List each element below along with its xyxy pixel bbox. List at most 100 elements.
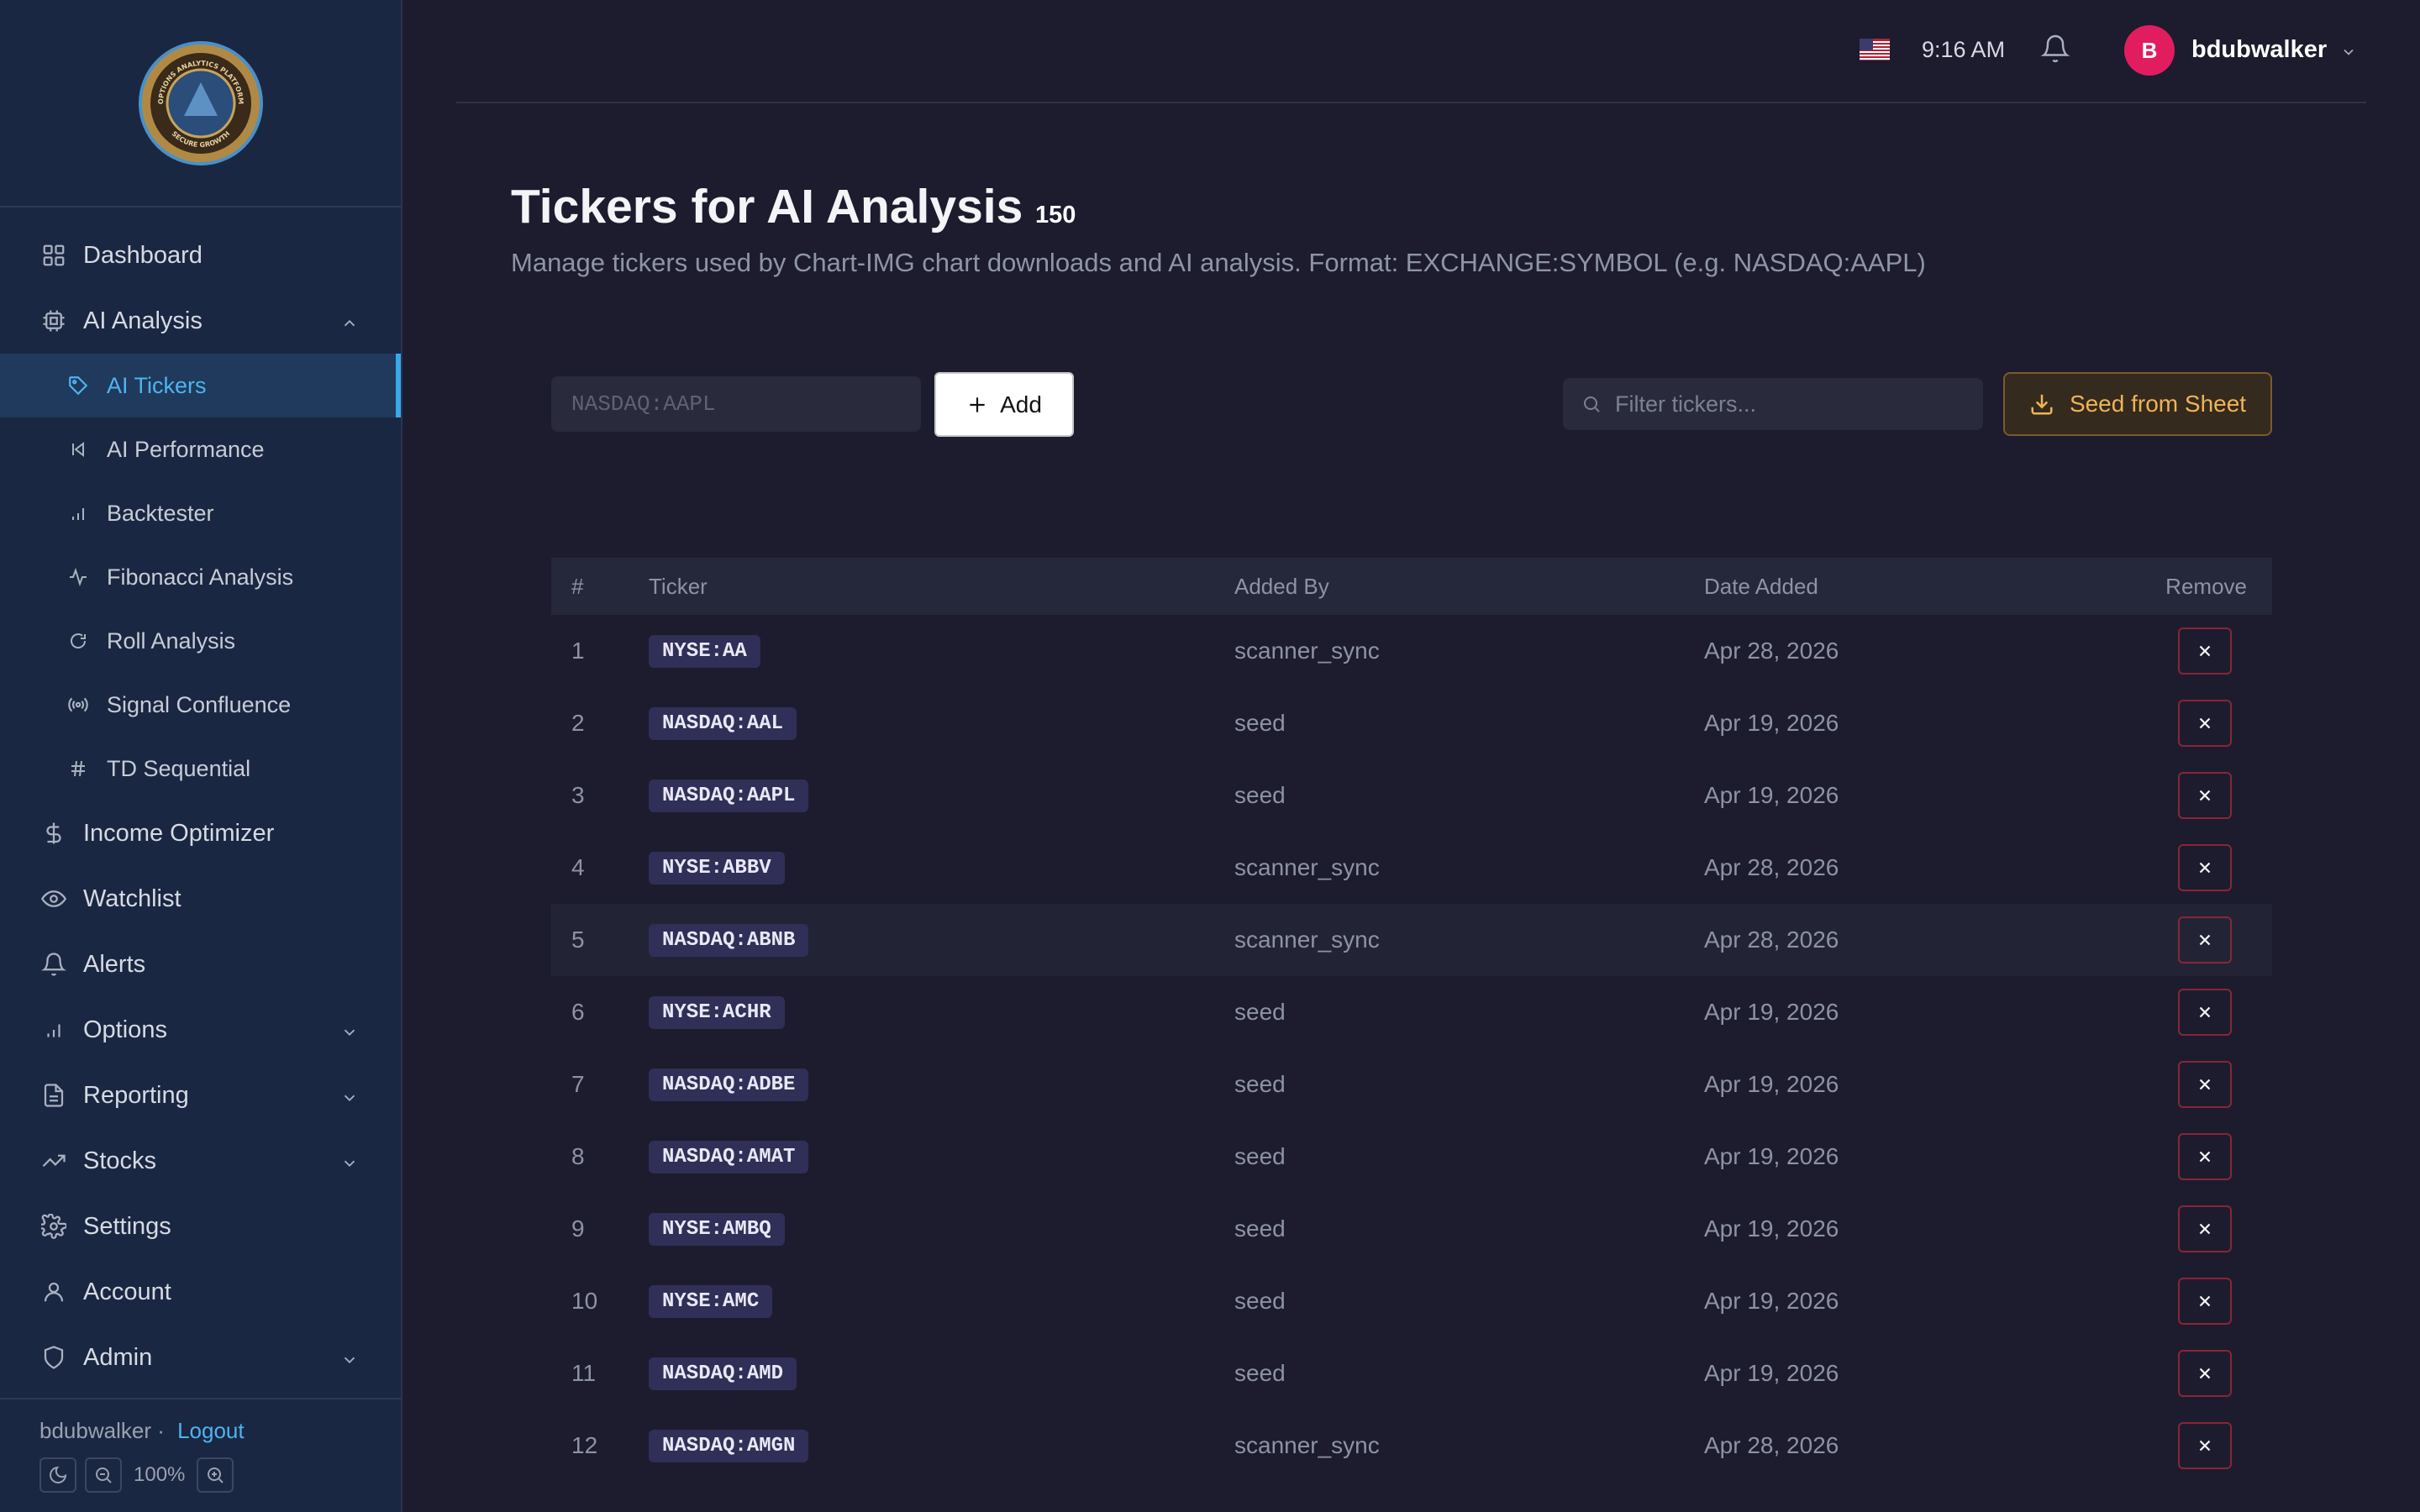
remove-cell <box>2124 1133 2272 1180</box>
ticker-cell: NASDAQ:AAL <box>649 706 1234 740</box>
ticker-badge: NASDAQ:AMD <box>649 1357 797 1390</box>
ticker-badge: NASDAQ:AMAT <box>649 1140 809 1173</box>
remove-ticker-button[interactable] <box>2178 916 2232 963</box>
table-row: 10 NYSE:AMC seed Apr 19, 2026 <box>551 1265 2272 1337</box>
remove-ticker-button[interactable] <box>2178 627 2232 675</box>
close-icon <box>2199 1440 2211 1452</box>
ticker-cell: NASDAQ:ABNB <box>649 923 1234 957</box>
added-by-cell: scanner_sync <box>1234 854 1380 880</box>
sidebar-item-label: AI Tickers <box>107 372 207 398</box>
remove-ticker-button[interactable] <box>2178 1422 2232 1469</box>
sidebar-item-fibonacci-analysis[interactable]: Fibonacci Analysis <box>0 545 401 609</box>
add-ticker-button[interactable]: Add <box>934 372 1074 437</box>
ticker-badge: NASDAQ:AAL <box>649 706 797 740</box>
topbar: 9:16 AM B bdubwalker <box>456 0 2366 103</box>
col-header-remove: Remove <box>2165 573 2247 599</box>
sidebar-item-td-sequential[interactable]: TD Sequential <box>0 737 401 801</box>
remove-cell <box>2124 1205 2272 1252</box>
ticker-badge: NYSE:AMBQ <box>649 1212 785 1246</box>
ticker-cell: NYSE:AMBQ <box>649 1212 1234 1246</box>
sidebar-item-label: AI Performance <box>107 436 265 462</box>
sidebar-item-watchlist[interactable]: Watchlist <box>0 866 401 932</box>
added-by-cell: seed <box>1234 1215 1286 1242</box>
close-icon <box>2199 790 2211 801</box>
sidebar-item-label: Settings <box>83 1212 171 1240</box>
remove-ticker-button[interactable] <box>2178 1133 2232 1180</box>
date-added-cell: Apr 28, 2026 <box>1704 638 1839 664</box>
sidebar-item-ai-analysis[interactable]: AI Analysis <box>0 288 401 354</box>
remove-cell <box>2124 772 2272 819</box>
remove-ticker-button[interactable] <box>2178 844 2232 891</box>
date-added-cell: Apr 28, 2026 <box>1704 1432 1839 1458</box>
sidebar-item-options[interactable]: Options <box>0 997 401 1063</box>
sidebar-item-roll-analysis[interactable]: Roll Analysis <box>0 609 401 673</box>
chevron-down-icon <box>340 1152 359 1179</box>
notification-bell-icon[interactable] <box>2040 34 2070 68</box>
remove-ticker-button[interactable] <box>2178 1205 2232 1252</box>
row-number: 4 <box>571 854 585 880</box>
chevron-down-icon <box>340 1086 359 1114</box>
zoom-in-icon <box>208 1467 224 1483</box>
user-menu-name[interactable]: bdubwalker <box>2191 36 2327 64</box>
ticker-badge: NYSE:ACHR <box>649 995 785 1029</box>
sidebar-item-admin[interactable]: Admin <box>0 1325 401 1390</box>
sidebar-item-signal-confluence[interactable]: Signal Confluence <box>0 673 401 737</box>
avatar[interactable]: B <box>2124 25 2175 76</box>
theme-toggle-button[interactable] <box>39 1457 76 1493</box>
remove-ticker-button[interactable] <box>2178 1278 2232 1325</box>
sidebar-item-ai-tickers[interactable]: AI Tickers <box>0 354 401 417</box>
remove-ticker-button[interactable] <box>2178 1061 2232 1108</box>
sidebar-item-alerts[interactable]: Alerts <box>0 932 401 997</box>
col-header-added-by: Added By <box>1234 573 1329 599</box>
close-icon <box>2199 717 2211 729</box>
sidebar-item-dashboard[interactable]: Dashboard <box>0 223 401 288</box>
close-icon <box>2199 1151 2211 1163</box>
row-number: 7 <box>571 1071 585 1097</box>
shield-icon <box>39 1343 68 1372</box>
date-added-cell: Apr 19, 2026 <box>1704 1143 1839 1169</box>
logout-link[interactable]: Logout <box>177 1418 245 1443</box>
sidebar-item-label: TD Sequential <box>107 755 251 781</box>
zoom-in-button[interactable] <box>197 1457 234 1493</box>
sidebar-item-reporting[interactable]: Reporting <box>0 1063 401 1128</box>
remove-ticker-button[interactable] <box>2178 700 2232 747</box>
zoom-out-button[interactable] <box>85 1457 122 1493</box>
ticker-input[interactable] <box>551 376 921 432</box>
remove-cell <box>2124 989 2272 1036</box>
close-icon <box>2199 1223 2211 1235</box>
footer-username: bdubwalker · <box>39 1418 165 1443</box>
remove-cell <box>2124 700 2272 747</box>
bar-chart-icon <box>39 1016 68 1044</box>
remove-ticker-button[interactable] <box>2178 989 2232 1036</box>
add-button-label: Add <box>1000 391 1042 417</box>
brand-logo[interactable]: OPTIONS ANALYTICS PLATFORM SECURE GROWTH <box>138 40 264 166</box>
added-by-cell: seed <box>1234 1360 1286 1386</box>
filter-tickers-input[interactable] <box>1615 391 1968 417</box>
eye-icon <box>39 885 68 913</box>
cpu-icon <box>39 307 68 335</box>
close-icon <box>2199 862 2211 874</box>
row-number: 6 <box>571 999 585 1025</box>
col-header-number: # <box>571 573 584 599</box>
dollar-icon <box>39 819 68 848</box>
chevron-down-icon[interactable] <box>2340 44 2357 65</box>
trend-up-icon <box>39 1147 68 1175</box>
ticker-cell: NYSE:ABBV <box>649 851 1234 885</box>
ticker-badge: NASDAQ:AMGN <box>649 1429 809 1462</box>
row-number: 9 <box>571 1215 585 1242</box>
us-flag-icon[interactable] <box>1860 39 1890 65</box>
sidebar-item-settings[interactable]: Settings <box>0 1194 401 1259</box>
sidebar-item-stocks[interactable]: Stocks <box>0 1128 401 1194</box>
sidebar-item-income-optimizer[interactable]: Income Optimizer <box>0 801 401 866</box>
pulse-icon <box>66 565 90 589</box>
remove-ticker-button[interactable] <box>2178 1350 2232 1397</box>
sidebar-item-account[interactable]: Account <box>0 1259 401 1325</box>
remove-ticker-button[interactable] <box>2178 772 2232 819</box>
sidebar-item-backtester[interactable]: Backtester <box>0 481 401 545</box>
table-row: 1 NYSE:AA scanner_sync Apr 28, 2026 <box>551 615 2272 687</box>
tag-icon <box>66 374 90 397</box>
sidebar-item-ai-performance[interactable]: AI Performance <box>0 417 401 481</box>
remove-cell <box>2124 1278 2272 1325</box>
seed-from-sheet-button[interactable]: Seed from Sheet <box>2003 372 2272 436</box>
date-added-cell: Apr 19, 2026 <box>1704 1288 1839 1314</box>
